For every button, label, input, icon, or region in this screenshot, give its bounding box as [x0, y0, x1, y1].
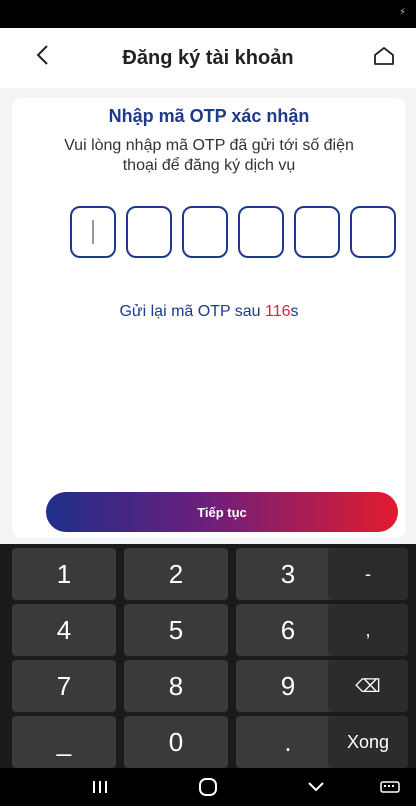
- key-2[interactable]: 2: [124, 548, 228, 600]
- continue-button[interactable]: Tiếp tục: [46, 492, 398, 532]
- key-1[interactable]: 1: [12, 548, 116, 600]
- back-button[interactable]: [28, 40, 58, 70]
- otp-digit-1[interactable]: [70, 206, 116, 258]
- key-3[interactable]: 3: [236, 548, 340, 600]
- recent-apps-button[interactable]: [80, 774, 120, 800]
- resend-prefix: Gửi lại mã OTP sau: [119, 303, 266, 320]
- keyboard-icon: [380, 781, 400, 793]
- home-nav-button[interactable]: [188, 774, 228, 800]
- resend-suffix: s: [290, 303, 299, 320]
- key-comma[interactable]: ,: [328, 604, 408, 656]
- keyboard-toggle-button[interactable]: [370, 774, 410, 800]
- home-button[interactable]: [370, 42, 398, 70]
- key-4[interactable]: 4: [12, 604, 116, 656]
- key-minus[interactable]: -: [328, 548, 408, 600]
- countdown-value: 116: [265, 303, 291, 320]
- key-period[interactable]: .: [236, 716, 340, 768]
- page-title: Đăng ký tài khoản: [122, 46, 294, 69]
- key-backspace[interactable]: ⌫: [328, 660, 408, 712]
- home-nav-icon: [199, 778, 217, 796]
- otp-digit-3[interactable]: [182, 206, 228, 258]
- key-9[interactable]: 9: [236, 660, 340, 712]
- otp-input-group: [70, 206, 406, 258]
- otp-description: Vui lòng nhập mã OTP đã gửi tới số điện …: [64, 137, 354, 174]
- key-done[interactable]: Xong: [328, 716, 408, 768]
- otp-digit-5[interactable]: [294, 206, 340, 258]
- key-0[interactable]: 0: [124, 716, 228, 768]
- app-header: Đăng ký tài khoản: [0, 28, 416, 88]
- back-nav-button[interactable]: [296, 774, 336, 800]
- numeric-keyboard: 1 2 3 - 4 5 6 , 7 8 9 ⌫ _ 0 . Xong: [0, 544, 416, 768]
- signal-icon: ⚡: [398, 7, 406, 18]
- key-7[interactable]: 7: [12, 660, 116, 712]
- otp-card: Nhập mã OTP xác nhận Vui lòng nhập mã OT…: [12, 98, 406, 538]
- key-space[interactable]: _: [12, 716, 116, 768]
- otp-title: Nhập mã OTP xác nhận: [108, 106, 310, 126]
- text-caret: [92, 220, 94, 244]
- system-nav-bar: [0, 768, 416, 806]
- recent-apps-icon: [93, 781, 107, 793]
- resend-timer-text: Gửi lại mã OTP sau 116s: [12, 303, 406, 321]
- back-nav-icon: [308, 782, 324, 792]
- key-6[interactable]: 6: [236, 604, 340, 656]
- chevron-left-icon: [36, 45, 48, 65]
- otp-digit-6[interactable]: [350, 206, 396, 258]
- status-bar: ⚡: [0, 0, 416, 28]
- otp-digit-4[interactable]: [238, 206, 284, 258]
- key-8[interactable]: 8: [124, 660, 228, 712]
- key-5[interactable]: 5: [124, 604, 228, 656]
- otp-digit-2[interactable]: [126, 206, 172, 258]
- home-icon: [374, 47, 394, 65]
